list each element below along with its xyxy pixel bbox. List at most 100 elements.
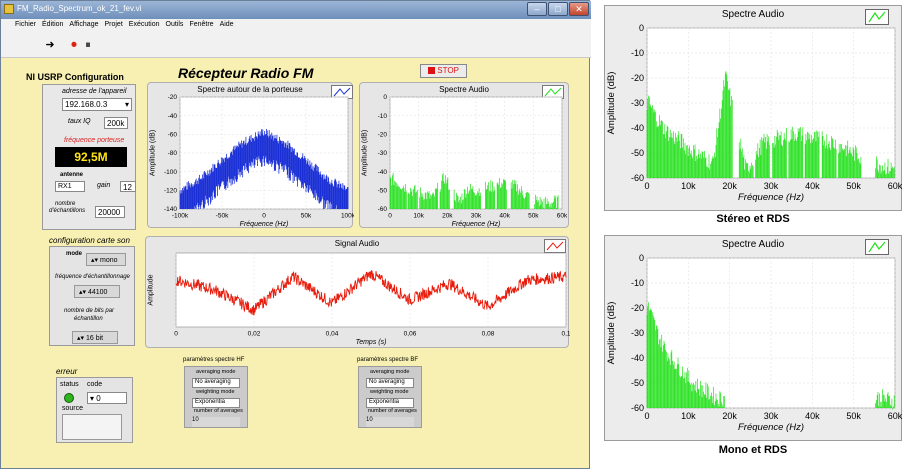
x-axis-label: Temps (s) xyxy=(356,339,387,346)
bf-params-heading: paramètres spectre BF xyxy=(357,357,419,363)
y-tick-label: -20 xyxy=(631,303,644,313)
x-tick-label: 10k xyxy=(681,411,696,421)
x-tick-label: 0,08 xyxy=(482,331,495,338)
y-tick-label: -10 xyxy=(631,278,644,288)
mono-caption: Mono et RDS xyxy=(718,444,788,456)
sample-rate-select[interactable]: ▴▾ 44100 xyxy=(74,285,120,298)
stereo-spectrum-graph: Spectre Audio 0 10k 20k 30k 40k 50k 60k 0 -10 -20… xyxy=(604,5,903,211)
x-axis-label: Fréquence (Hz) xyxy=(240,221,289,228)
hf-num-field[interactable]: 10 xyxy=(192,417,240,427)
stereo-spectrum-plot: 0 10k 20k 30k 40k 50k 60k 0 -10 -20 -30 -40 -50 -60 Fr… xyxy=(606,23,903,203)
audio-signal-plot: 0 0,02 0,04 0,06 0,08 0,1 Temps (s) Amplitude xyxy=(148,252,570,346)
y-tick-label: -40 xyxy=(631,123,644,133)
x-tick-label: 0,02 xyxy=(248,331,261,338)
toolbar: ➜ ⏺ ⏸ xyxy=(1,32,591,58)
mode-select[interactable]: ▴▾ mono xyxy=(86,253,126,266)
y-tick-label: -60 xyxy=(378,206,388,213)
y-tick-label: 0 xyxy=(639,253,644,263)
x-axis-label: Fréquence (Hz) xyxy=(738,422,804,433)
source-field xyxy=(62,414,122,440)
x-axis-label: Fréquence (Hz) xyxy=(738,192,804,203)
sample-rate-label: fréquence d'échantillonnage xyxy=(55,274,130,280)
y-tick-label: -10 xyxy=(631,48,644,58)
hf-avg-mode-label: averaging mode xyxy=(196,369,236,375)
window-title: FM_Radio_Spectrum_ok_21_fev.vi xyxy=(17,4,142,13)
gain-field[interactable]: 12 xyxy=(120,181,136,192)
usrp-config-heading: NI USRP Configuration xyxy=(26,72,124,82)
x-tick-label: 10k xyxy=(681,181,696,191)
bf-avg-mode-label: averaging mode xyxy=(370,369,410,375)
samples-field[interactable]: 20000 xyxy=(95,206,125,218)
bf-num-field[interactable]: 10 xyxy=(366,417,414,427)
y-axis-label: Amplitude (dB) xyxy=(606,302,617,365)
x-tick-label: 40k xyxy=(805,181,820,191)
hf-weight-select[interactable]: Exponentia xyxy=(192,398,240,408)
bf-weight-select[interactable]: Exponentia xyxy=(366,398,414,408)
y-tick-label: -20 xyxy=(631,73,644,83)
device-address-field[interactable]: 192.168.0.3 ▾ xyxy=(62,98,132,111)
y-axis-label: Amplitude (dB) xyxy=(362,130,369,176)
menu-projet[interactable]: Projet xyxy=(104,21,122,32)
menu-outils[interactable]: Outils xyxy=(166,21,184,32)
x-tick-label: 0 xyxy=(388,213,392,220)
menu-aide[interactable]: Aide xyxy=(220,21,234,32)
receiver-title: Récepteur Radio FM xyxy=(178,65,314,81)
y-tick-label: 0 xyxy=(383,94,387,101)
y-tick-label: -60 xyxy=(631,173,644,183)
x-tick-label: 0,1 xyxy=(561,331,570,338)
y-tick-label: -10 xyxy=(378,113,388,120)
carrier-frequency-display[interactable]: 92,5M xyxy=(55,147,127,167)
stop-button[interactable]: STOP xyxy=(420,64,467,78)
y-tick-label: -40 xyxy=(378,169,388,176)
x-tick-label: 60k xyxy=(557,213,568,220)
status-label: status xyxy=(60,381,79,388)
y-tick-label: -30 xyxy=(378,150,388,157)
y-tick-label: -60 xyxy=(631,403,644,413)
menu-fichier[interactable]: Fichier xyxy=(15,21,36,32)
y-axis-label: Amplitude xyxy=(148,274,155,305)
hf-params-heading: paramètres spectre HF xyxy=(183,357,245,363)
antenna-select[interactable]: RX1 xyxy=(55,181,85,192)
y-tick-label: -20 xyxy=(168,94,178,101)
abort-icon[interactable]: ⏺ xyxy=(67,38,81,52)
menu-fenetre[interactable]: Fenêtre xyxy=(189,21,213,32)
y-tick-label: -30 xyxy=(631,328,644,338)
menu-bar: Fichier Édition Affichage Projet Exécuti… xyxy=(1,19,591,32)
gain-label: gain xyxy=(97,182,111,189)
run-arrow-icon[interactable]: ➜ xyxy=(43,38,57,52)
x-tick-label: 10k xyxy=(413,213,424,220)
x-axis-label: Fréquence (Hz) xyxy=(452,221,501,228)
hf-weight-label: weighting mode xyxy=(196,389,235,395)
x-tick-label: 20k xyxy=(442,213,453,220)
x-tick-label: 40k xyxy=(805,411,820,421)
close-button[interactable]: ✕ xyxy=(569,2,589,16)
x-tick-label: -100k xyxy=(172,213,189,220)
menu-execution[interactable]: Exécution xyxy=(129,21,160,32)
y-tick-label: -60 xyxy=(168,132,178,139)
y-tick-label: -40 xyxy=(631,353,644,363)
x-tick-label: 50k xyxy=(846,411,861,421)
maximize-button[interactable]: □ xyxy=(548,2,568,16)
y-axis-label: Amplitude (dB) xyxy=(606,72,617,135)
menu-edition[interactable]: Édition xyxy=(42,21,63,32)
y-axis-label: Amplitude (dB) xyxy=(150,130,157,176)
bits-select[interactable]: ▴▾ 16 bit xyxy=(72,331,118,344)
x-tick-label: 20k xyxy=(722,181,737,191)
bf-avg-mode-select[interactable]: No averaging xyxy=(366,378,414,388)
iq-rate-field[interactable]: 200k xyxy=(104,117,128,129)
app-icon xyxy=(4,4,14,14)
y-tick-label: -120 xyxy=(164,188,177,195)
carrier-label: fréquence porteuse xyxy=(64,137,125,144)
stop-square-icon xyxy=(428,67,436,74)
pause-icon[interactable]: ⏸ xyxy=(81,38,95,52)
bits-label-2: échantillon xyxy=(74,316,103,322)
minimize-button[interactable]: – xyxy=(527,2,547,16)
x-tick-label: 20k xyxy=(722,411,737,421)
x-tick-label: 0 xyxy=(174,331,178,338)
menu-affichage[interactable]: Affichage xyxy=(69,21,98,32)
code-label: code xyxy=(87,381,103,388)
y-tick-label: 0 xyxy=(639,23,644,33)
mono-spectrum-graph: Spectre Audio 0 10k 20k 30k 40k 50k 60k 0 -10 -20… xyxy=(604,235,903,441)
x-tick-label: 30k xyxy=(764,411,779,421)
hf-avg-mode-select[interactable]: No averaging xyxy=(192,378,240,388)
